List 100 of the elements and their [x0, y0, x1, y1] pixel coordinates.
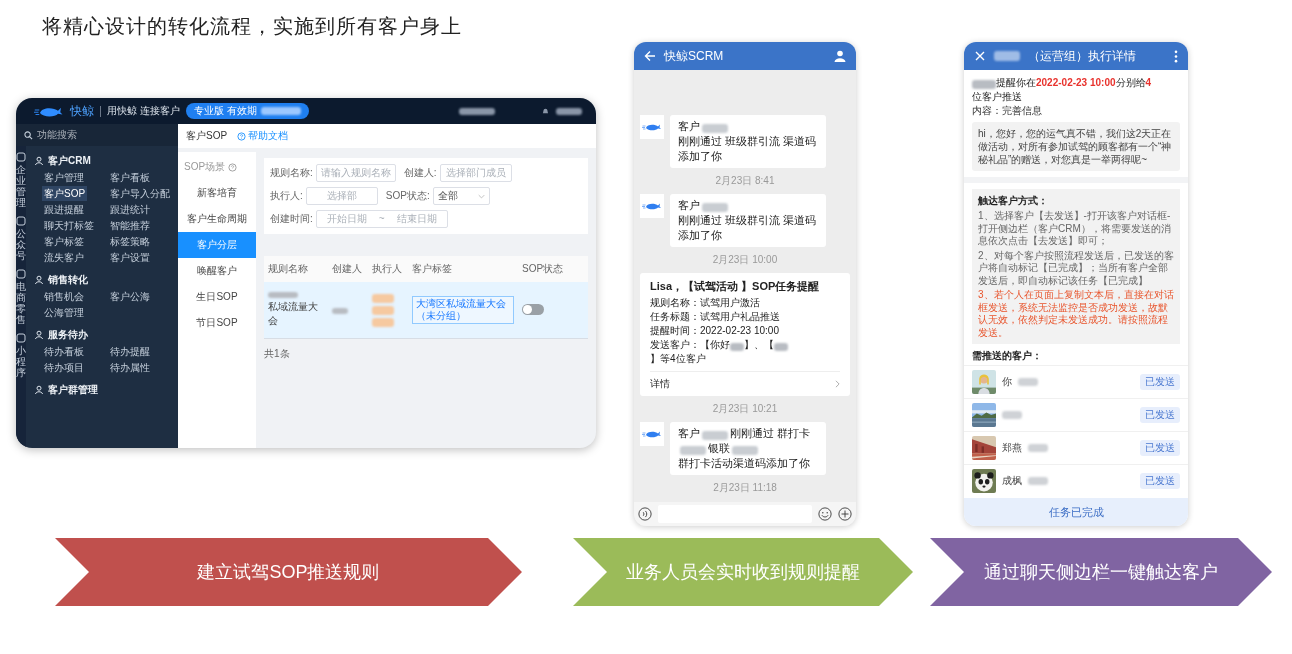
- redaction-blur: [680, 446, 706, 456]
- scene-tab[interactable]: 新客培育: [178, 180, 256, 206]
- caret-icon: [477, 193, 485, 199]
- redaction-blur: [459, 107, 495, 115]
- filter-label: 规则名称:: [270, 166, 313, 180]
- instruction-step: 1、选择客户【去发送】-打开该客户对话框-打开侧边栏（客户CRM），将需要发送的消息依次点击【去发送】即可；: [978, 210, 1174, 248]
- menu-item[interactable]: 销售机会: [42, 289, 86, 304]
- customer-name: 成枫: [1002, 474, 1022, 488]
- timestamp: 2月23日 8:41: [715, 175, 775, 186]
- app-icon: [16, 333, 26, 343]
- menu-item[interactable]: 跟进统计: [108, 202, 152, 217]
- message-text: 刚刚通过 班级群引流 渠道码添加了你: [678, 134, 817, 164]
- menu-item[interactable]: 待办看板: [42, 344, 86, 359]
- slogan-text: 用快鲸 连接客户: [107, 104, 180, 118]
- column-header: 执行人: [371, 262, 403, 276]
- app-icon: [16, 269, 26, 279]
- menu-item[interactable]: 标签策略: [108, 234, 152, 249]
- status-badge: 已发送: [1140, 374, 1180, 390]
- column-header: 规则名称: [267, 262, 309, 276]
- whale-avatar-icon: [640, 422, 664, 446]
- menu-group-title: 客户CRM: [48, 154, 91, 168]
- toggle-switch[interactable]: [522, 303, 544, 315]
- scene-tab[interactable]: 客户生命周期: [178, 206, 256, 232]
- redaction-blur: [1018, 378, 1038, 386]
- reminder-text: 提醒你在: [996, 76, 1036, 90]
- redaction-blur: [332, 307, 348, 314]
- menu-item[interactable]: 智能推荐: [108, 218, 152, 233]
- menu-item[interactable]: 客户SOP: [42, 186, 88, 201]
- message-text: 群打卡活动渠道码添加了你: [678, 456, 810, 471]
- help-icon[interactable]: [228, 162, 238, 172]
- scene-heading: SOP场景: [184, 160, 226, 174]
- details-link[interactable]: 详情: [650, 371, 840, 396]
- redaction-blur: [730, 342, 744, 351]
- menu-item[interactable]: 聊天打标签: [42, 218, 96, 233]
- field-value: 】、【: [744, 338, 774, 352]
- redaction-blur: [994, 51, 1020, 61]
- redaction-blur: [556, 107, 582, 115]
- close-icon[interactable]: [974, 50, 986, 62]
- menu-item[interactable]: 客户导入分配: [108, 186, 172, 201]
- message-text: 刚刚通过 群打卡: [730, 426, 810, 441]
- message-preview: hi，您好，您的运气真不错，我们这2天正在做活动，对所有参加试驾的顾客都有一个“神秘礼品”的赠送，对您真是一举两得呢~: [972, 122, 1180, 171]
- instruction-step: 3、若个人在页面上复制文本后，直接在对话框发送，系统无法监控是否成功发送，故默认无效，依然判定未发送成功。请按照流程发送。: [978, 289, 1174, 339]
- menu-item[interactable]: 客户管理: [42, 170, 86, 185]
- scene-tab[interactable]: 节日SOP: [178, 310, 256, 336]
- scene-tab[interactable]: 唤醒客户: [178, 258, 256, 284]
- filter-label: 创建时间:: [270, 212, 313, 226]
- redaction-blur: [268, 292, 298, 298]
- emoji-icon[interactable]: [818, 507, 832, 521]
- rail-tab[interactable]: 小程序: [16, 333, 26, 378]
- person-icon: [34, 275, 44, 285]
- menu-group-title: 销售转化: [48, 273, 88, 287]
- message-text: 客户: [678, 119, 700, 134]
- plan-text: 专业版 有效期: [193, 104, 257, 118]
- more-icon[interactable]: [1174, 49, 1178, 63]
- redaction-blur: [260, 107, 301, 115]
- menu-item[interactable]: 待办项目: [42, 360, 86, 375]
- card-title: Lisa，【试驾活动 】SOP任务提醒: [650, 279, 821, 293]
- message-text: 客户: [678, 426, 700, 441]
- arrow-label: 通过聊天侧边栏一键触达客户: [984, 561, 1218, 584]
- scene-tab[interactable]: 生日SOP: [178, 284, 256, 310]
- field-value: 】等4位客户: [650, 352, 706, 366]
- reminder-text: 分别给: [1115, 76, 1146, 90]
- redaction-blur: [972, 80, 996, 90]
- status-select[interactable]: 全部: [432, 187, 490, 205]
- rail-tab[interactable]: 公众号: [16, 216, 26, 261]
- arrow-label: 建立试驾SOP推送规则: [197, 561, 380, 584]
- redaction-blur: [774, 342, 788, 351]
- field-label: 规则名称：: [650, 296, 700, 310]
- search-field[interactable]: 功能搜索: [16, 124, 178, 146]
- help-icon: [237, 131, 247, 141]
- menu-item[interactable]: 公海管理: [42, 305, 86, 320]
- menu-item[interactable]: 客户设置: [108, 250, 152, 265]
- back-arrow-icon[interactable]: [644, 50, 656, 62]
- person-icon: [34, 156, 44, 166]
- task-done-button[interactable]: 任务已完成: [964, 498, 1188, 526]
- rail-tab[interactable]: 电商零售: [16, 269, 26, 325]
- app-logo-text: 快鲸: [70, 102, 94, 120]
- page-title: 客户SOP: [186, 129, 228, 143]
- message-text: 刚刚通过 班级群引流 渠道码添加了你: [678, 213, 817, 243]
- person-icon[interactable]: [834, 50, 846, 62]
- total-count: 共1条: [264, 347, 291, 361]
- menu-item[interactable]: 待办提醒: [108, 344, 152, 359]
- plus-icon[interactable]: [838, 507, 852, 521]
- arrow-label: 业务人员会实时收到规则提醒: [626, 561, 860, 584]
- menu-item[interactable]: 待办属性: [108, 360, 152, 375]
- menu-item[interactable]: 流失客户: [42, 250, 86, 265]
- status-badge: 已发送: [1140, 407, 1180, 423]
- field-value: 2022-02-23 10:00: [700, 324, 779, 338]
- rail-tab[interactable]: 企业管理: [16, 152, 26, 208]
- column-header: 创建人: [331, 262, 363, 276]
- menu-item[interactable]: 客户看板: [108, 170, 152, 185]
- field-value: 试驾用户激活: [700, 296, 760, 310]
- redaction-blur: [702, 431, 728, 441]
- menu-item[interactable]: 跟进提醒: [42, 202, 86, 217]
- voice-icon[interactable]: [638, 507, 652, 521]
- menu-item[interactable]: 客户标签: [42, 234, 86, 249]
- redaction-blur: [372, 305, 394, 315]
- customer-name: 郑燕: [1002, 441, 1022, 455]
- menu-item[interactable]: 客户公海: [108, 289, 152, 304]
- customer-tag: 大湾区私域流量大会（未分组）: [412, 296, 514, 324]
